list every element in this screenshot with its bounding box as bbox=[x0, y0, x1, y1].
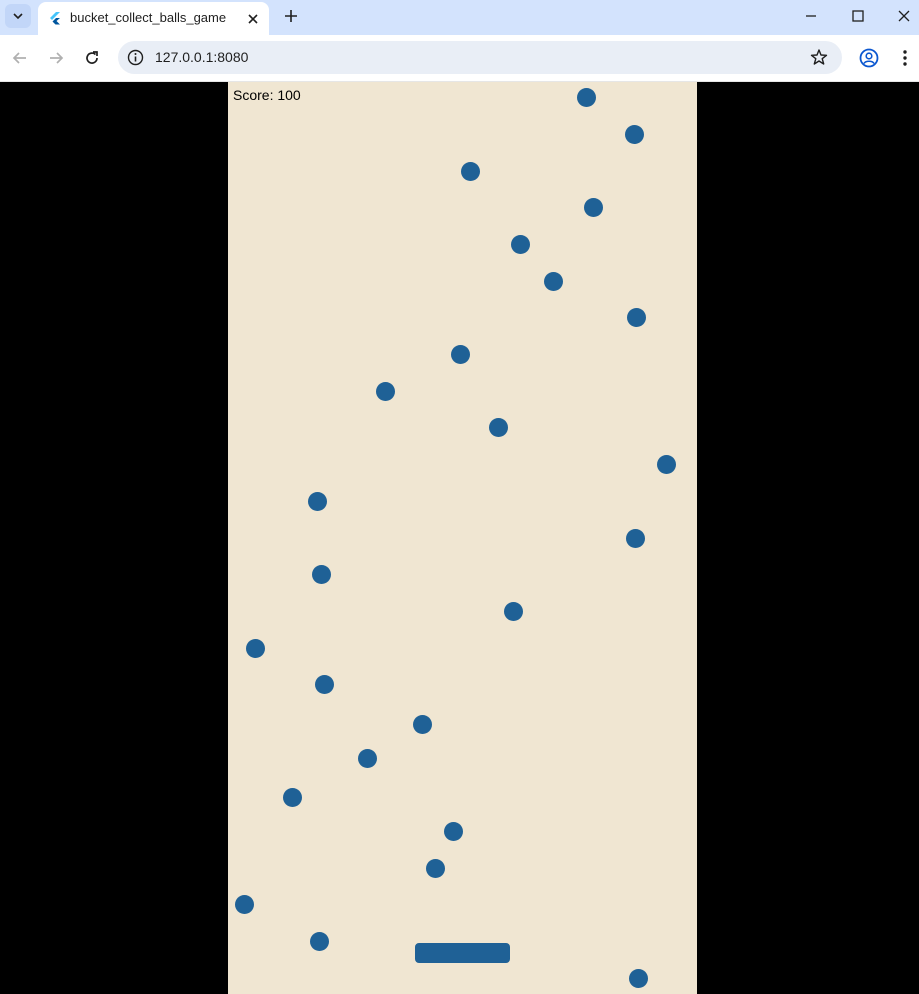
falling-ball bbox=[307, 491, 327, 511]
falling-ball bbox=[624, 124, 644, 144]
falling-ball bbox=[488, 417, 508, 437]
forward-arrow-icon[interactable] bbox=[47, 49, 65, 67]
falling-ball bbox=[234, 894, 254, 914]
falling-ball bbox=[628, 968, 648, 988]
browser-tab-bar: bucket_collect_balls_game bbox=[0, 0, 919, 35]
bookmark-star-icon[interactable] bbox=[810, 48, 828, 66]
address-bar[interactable]: 127.0.0.1:8080 bbox=[118, 41, 842, 74]
falling-ball bbox=[245, 638, 265, 658]
tab-close-button[interactable] bbox=[245, 11, 261, 27]
falling-ball bbox=[625, 528, 645, 548]
falling-ball bbox=[314, 674, 334, 694]
falling-ball bbox=[626, 307, 646, 327]
url-text: 127.0.0.1:8080 bbox=[155, 49, 249, 65]
falling-ball bbox=[576, 87, 596, 107]
new-tab-plus-icon[interactable] bbox=[282, 7, 300, 25]
browser-toolbar: 127.0.0.1:8080 bbox=[0, 35, 919, 82]
maximize-icon[interactable] bbox=[850, 8, 866, 24]
page-viewport: Score: 100 bbox=[0, 82, 919, 994]
game-canvas[interactable]: Score: 100 bbox=[228, 82, 697, 994]
falling-ball bbox=[412, 714, 432, 734]
profile-icon[interactable] bbox=[859, 48, 879, 68]
falling-ball bbox=[443, 821, 463, 841]
reload-icon[interactable] bbox=[83, 49, 101, 67]
falling-ball bbox=[656, 454, 676, 474]
falling-ball bbox=[311, 564, 331, 584]
falling-ball bbox=[375, 381, 395, 401]
browser-tab[interactable]: bucket_collect_balls_game bbox=[38, 2, 269, 35]
tab-search-button[interactable] bbox=[5, 4, 31, 28]
chevron-down-icon bbox=[13, 13, 23, 20]
site-info-icon[interactable] bbox=[127, 49, 144, 66]
falling-ball bbox=[450, 344, 470, 364]
falling-ball bbox=[282, 787, 302, 807]
falling-ball bbox=[309, 931, 329, 951]
falling-ball bbox=[503, 601, 523, 621]
falling-ball bbox=[543, 271, 563, 291]
score-label: Score: 100 bbox=[233, 87, 301, 103]
falling-ball bbox=[583, 197, 603, 217]
falling-ball bbox=[357, 748, 377, 768]
bucket-paddle[interactable] bbox=[415, 943, 510, 963]
minimize-icon[interactable] bbox=[803, 8, 819, 24]
window-close-icon[interactable] bbox=[896, 8, 912, 24]
more-menu-icon[interactable] bbox=[896, 48, 914, 68]
falling-ball bbox=[460, 161, 480, 181]
falling-ball bbox=[510, 234, 530, 254]
falling-ball bbox=[425, 858, 445, 878]
close-icon bbox=[248, 14, 258, 24]
tab-title: bucket_collect_balls_game bbox=[70, 10, 227, 25]
back-arrow-icon[interactable] bbox=[11, 49, 29, 67]
flutter-icon bbox=[50, 12, 60, 25]
